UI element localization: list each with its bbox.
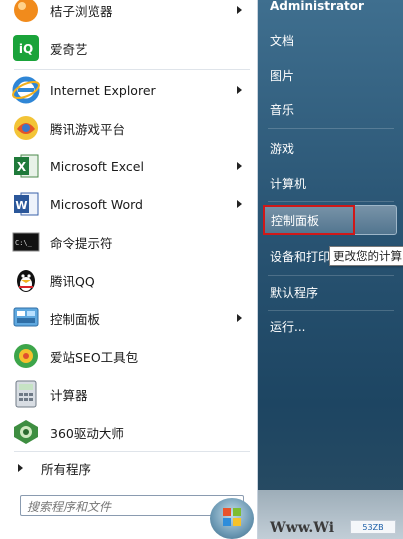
divider bbox=[268, 310, 394, 311]
program-iqiyi[interactable]: iQ 爱奇艺 bbox=[6, 30, 254, 66]
default-programs-link[interactable]: 默认程序 bbox=[264, 280, 394, 304]
iqiyi-icon: iQ bbox=[10, 32, 42, 64]
program-tencent-games[interactable]: 腾讯游戏平台 bbox=[6, 110, 254, 146]
program-qq[interactable]: 腾讯QQ bbox=[6, 262, 254, 298]
program-orange-browser[interactable]: 桔子浏览器 bbox=[6, 0, 254, 28]
internet-explorer-icon bbox=[10, 74, 42, 106]
divider bbox=[268, 201, 394, 202]
qq-penguin-icon bbox=[10, 264, 42, 296]
program-label: 计算器 bbox=[50, 387, 88, 403]
run-link[interactable]: 运行... bbox=[264, 314, 394, 338]
program-label: 控制面板 bbox=[50, 311, 101, 327]
control-panel-icon bbox=[10, 302, 42, 334]
program-label: 桔子浏览器 bbox=[50, 3, 113, 19]
program-label: 360驱动大师 bbox=[50, 425, 124, 441]
program-label: 爱奇艺 bbox=[50, 41, 88, 57]
aizhan-seo-icon bbox=[10, 340, 42, 372]
submenu-arrow-icon bbox=[237, 314, 242, 322]
games-link[interactable]: 游戏 bbox=[264, 136, 394, 160]
calculator-icon bbox=[10, 378, 42, 410]
submenu-arrow-icon bbox=[237, 162, 242, 170]
program-360-driver-master[interactable]: 360驱动大师 bbox=[6, 414, 254, 450]
divider bbox=[268, 128, 394, 129]
all-programs-label: 所有程序 bbox=[41, 461, 92, 477]
program-label: Microsoft Word bbox=[50, 196, 143, 212]
user-name-link[interactable]: Administrator bbox=[264, 0, 394, 18]
pictures-link[interactable]: 图片 bbox=[264, 63, 394, 87]
orange-browser-icon bbox=[10, 0, 42, 26]
program-excel[interactable]: X Microsoft Excel bbox=[6, 148, 254, 184]
music-link[interactable]: 音乐 bbox=[264, 97, 394, 121]
divider bbox=[14, 69, 250, 70]
program-label: Internet Explorer bbox=[50, 82, 156, 98]
driver-master-icon bbox=[10, 416, 42, 448]
program-internet-explorer[interactable]: Internet Explorer bbox=[6, 72, 254, 108]
cmd-icon-text: C:\_ bbox=[15, 239, 33, 247]
tooltip: 更改您的计算 bbox=[329, 246, 403, 266]
program-word[interactable]: W Microsoft Word bbox=[6, 186, 254, 222]
computer-link[interactable]: 计算机 bbox=[264, 171, 394, 195]
windows-logo-icon bbox=[223, 508, 241, 526]
command-prompt-icon: C:\_ bbox=[10, 226, 42, 258]
excel-icon: X bbox=[10, 150, 42, 182]
program-control-panel[interactable]: 控制面板 bbox=[6, 300, 254, 336]
program-label: 命令提示符 bbox=[50, 235, 113, 251]
program-aizhan-seo[interactable]: 爱站SEO工具包 bbox=[6, 338, 254, 374]
svg-text:X: X bbox=[17, 160, 27, 174]
tencent-games-icon bbox=[10, 112, 42, 144]
control-panel-link[interactable]: 控制面板 bbox=[271, 210, 319, 230]
documents-link[interactable]: 文档 bbox=[264, 28, 394, 52]
chevron-right-icon bbox=[18, 464, 23, 472]
program-label: Microsoft Excel bbox=[50, 158, 144, 174]
program-label: 爱站SEO工具包 bbox=[50, 349, 139, 365]
submenu-arrow-icon bbox=[237, 200, 242, 208]
watermark-badge: 53ZB bbox=[350, 520, 396, 534]
windows-start-orb[interactable] bbox=[210, 498, 254, 539]
submenu-arrow-icon bbox=[237, 6, 242, 14]
divider bbox=[14, 451, 250, 452]
program-calculator[interactable]: 计算器 bbox=[6, 376, 254, 412]
program-command-prompt[interactable]: C:\_ 命令提示符 bbox=[6, 224, 254, 260]
word-icon: W bbox=[10, 188, 42, 220]
svg-text:W: W bbox=[15, 199, 27, 212]
watermark-site-text: Www.Wi bbox=[270, 520, 335, 536]
submenu-arrow-icon bbox=[237, 86, 242, 94]
program-label: 腾讯游戏平台 bbox=[50, 121, 126, 137]
divider bbox=[268, 275, 394, 276]
all-programs-button[interactable]: 所有程序 bbox=[6, 456, 254, 480]
svg-text:iQ: iQ bbox=[19, 42, 33, 56]
program-label: 腾讯QQ bbox=[50, 273, 95, 289]
